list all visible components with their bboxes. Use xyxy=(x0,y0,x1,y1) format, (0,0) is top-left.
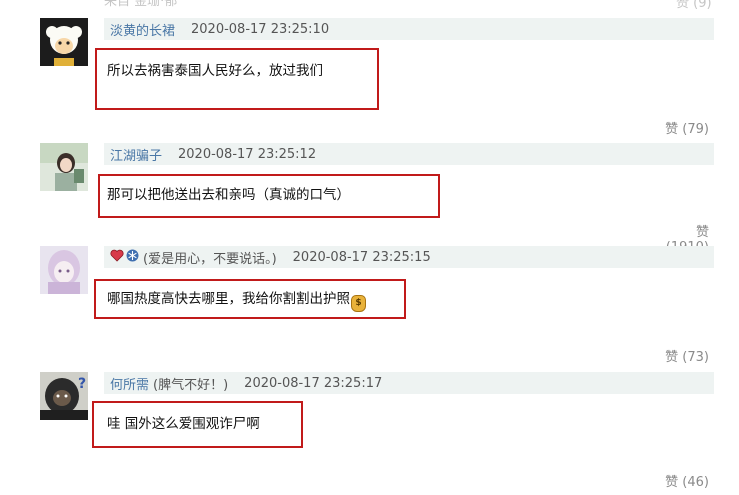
comment-header: (爱是用心，不要说话。) 2020-08-17 23:25:15 xyxy=(104,246,714,268)
comment-user-note: (脾气不好！) xyxy=(153,377,229,393)
like-count[interactable]: 赞 (79) xyxy=(649,118,709,137)
snowflake-icon xyxy=(126,249,139,266)
comment-header: 何所需 (脾气不好！) 2020-08-17 23:25:17 xyxy=(104,372,714,394)
comment-user-note: (爱是用心，不要说话。) xyxy=(143,251,277,267)
highlight-box xyxy=(98,174,440,218)
previous-like-count[interactable]: 赞 (9) xyxy=(676,0,712,11)
highlight-box xyxy=(92,401,303,448)
user-avatar[interactable]: ? xyxy=(40,372,88,420)
comment-username[interactable]: 何所需 xyxy=(110,374,149,393)
user-avatar[interactable] xyxy=(40,143,88,191)
svg-text:?: ? xyxy=(78,376,86,392)
user-avatar[interactable] xyxy=(40,18,88,66)
user-badges xyxy=(110,249,139,266)
comment-timestamp: 2020-08-17 23:25:12 xyxy=(178,146,317,162)
heart-icon xyxy=(110,249,124,266)
comment-username[interactable]: 淡黄的长裙 xyxy=(110,20,175,39)
comment-username[interactable]: 江湖骗子 xyxy=(110,145,162,164)
previous-comment-header: 来自 金珊·郁 xyxy=(104,0,178,9)
like-count[interactable]: 赞 (46) xyxy=(649,471,709,490)
like-count[interactable]: 赞 (73) xyxy=(649,346,709,365)
highlight-box xyxy=(94,279,406,319)
comment-header: 淡黄的长裙 2020-08-17 23:25:10 xyxy=(104,18,714,40)
comment-timestamp: 2020-08-17 23:25:15 xyxy=(292,249,431,265)
comment-timestamp: 2020-08-17 23:25:17 xyxy=(244,375,383,391)
highlight-box xyxy=(95,48,379,110)
comment-header: 江湖骗子 2020-08-17 23:25:12 xyxy=(104,143,714,165)
user-avatar[interactable] xyxy=(40,246,88,294)
comment-timestamp: 2020-08-17 23:25:10 xyxy=(191,21,330,37)
